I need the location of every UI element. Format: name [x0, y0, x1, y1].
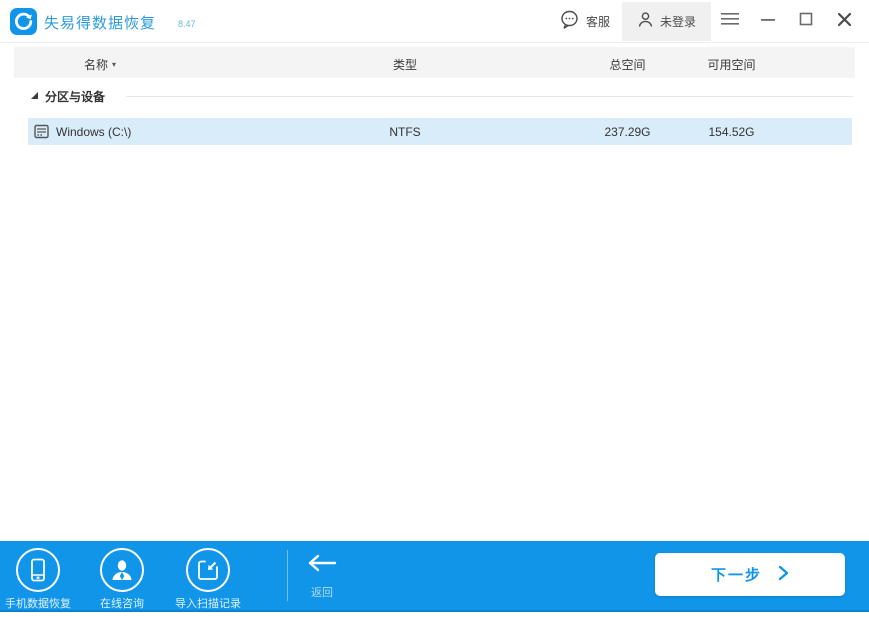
tree-expand-icon[interactable] [31, 92, 38, 99]
bottom-toolbar: 手机数据恢复 在线咨询 导入扫描记录 返回 下一步 [0, 541, 869, 612]
back-button[interactable]: 返回 [299, 554, 345, 600]
login-status-button[interactable]: 未登录 [621, 2, 711, 41]
cell-partition-name: Windows (C:\) [56, 125, 132, 139]
online-consult-button[interactable]: 在线咨询 [74, 548, 170, 611]
cell-free-space: 154.52G [708, 125, 755, 139]
cell-filesystem: NTFS [389, 125, 421, 139]
app-version: 8.47 [178, 19, 196, 29]
app-window: 失易得数据恢复 8.47 客服 未登录 名称 ▾ 类型 总空间 可用空间 分区与… [0, 0, 869, 617]
maximize-icon [799, 12, 813, 31]
column-header-total[interactable]: 总空间 [575, 56, 680, 73]
next-step-label: 下一步 [710, 567, 762, 584]
minimize-icon [760, 11, 776, 32]
phone-recovery-label: 手机数据恢复 [5, 598, 71, 610]
import-scan-label: 导入扫描记录 [175, 598, 241, 610]
online-consult-icon [100, 548, 144, 592]
column-header-name[interactable]: 名称 ▾ [84, 56, 116, 73]
column-header-free[interactable]: 可用空间 [679, 56, 784, 73]
hamburger-menu-icon [721, 12, 739, 31]
table-row-windows-c[interactable]: Windows (C:\) NTFS 237.29G 154.52G [28, 118, 852, 145]
user-icon [637, 11, 654, 33]
phone-recovery-icon [16, 548, 60, 592]
chevron-right-icon [778, 565, 789, 584]
title-bar: 失易得数据恢复 8.47 客服 未登录 [0, 0, 869, 43]
back-label: 返回 [311, 587, 333, 599]
cell-total-space: 237.29G [604, 125, 651, 139]
close-button[interactable] [825, 2, 863, 41]
column-header-name-label: 名称 [84, 58, 109, 72]
menu-button[interactable] [711, 2, 749, 41]
login-status-label: 未登录 [659, 15, 696, 29]
toolbar-divider [287, 550, 288, 601]
column-header-type[interactable]: 类型 [355, 56, 455, 73]
drive-icon [34, 124, 49, 144]
back-arrow-icon [307, 554, 337, 577]
app-logo-icon [10, 8, 37, 35]
group-divider-line [126, 96, 853, 97]
table-header: 名称 ▾ 类型 总空间 可用空间 [14, 47, 855, 78]
online-consult-label: 在线咨询 [100, 598, 144, 610]
customer-support-label: 客服 [585, 15, 610, 29]
chat-bubble-icon [559, 9, 580, 35]
sort-down-icon: ▾ [112, 60, 117, 69]
customer-support-button[interactable]: 客服 [547, 3, 622, 41]
next-step-button[interactable]: 下一步 [655, 553, 845, 596]
maximize-button[interactable] [787, 2, 825, 41]
tree-group-row[interactable]: 分区与设备 [0, 88, 869, 110]
app-title: 失易得数据恢复 [44, 15, 157, 32]
import-scan-icon [186, 548, 230, 592]
minimize-button[interactable] [749, 2, 787, 41]
close-icon [837, 12, 852, 32]
import-scan-button[interactable]: 导入扫描记录 [160, 548, 256, 611]
tree-group-label: 分区与设备 [45, 90, 106, 104]
